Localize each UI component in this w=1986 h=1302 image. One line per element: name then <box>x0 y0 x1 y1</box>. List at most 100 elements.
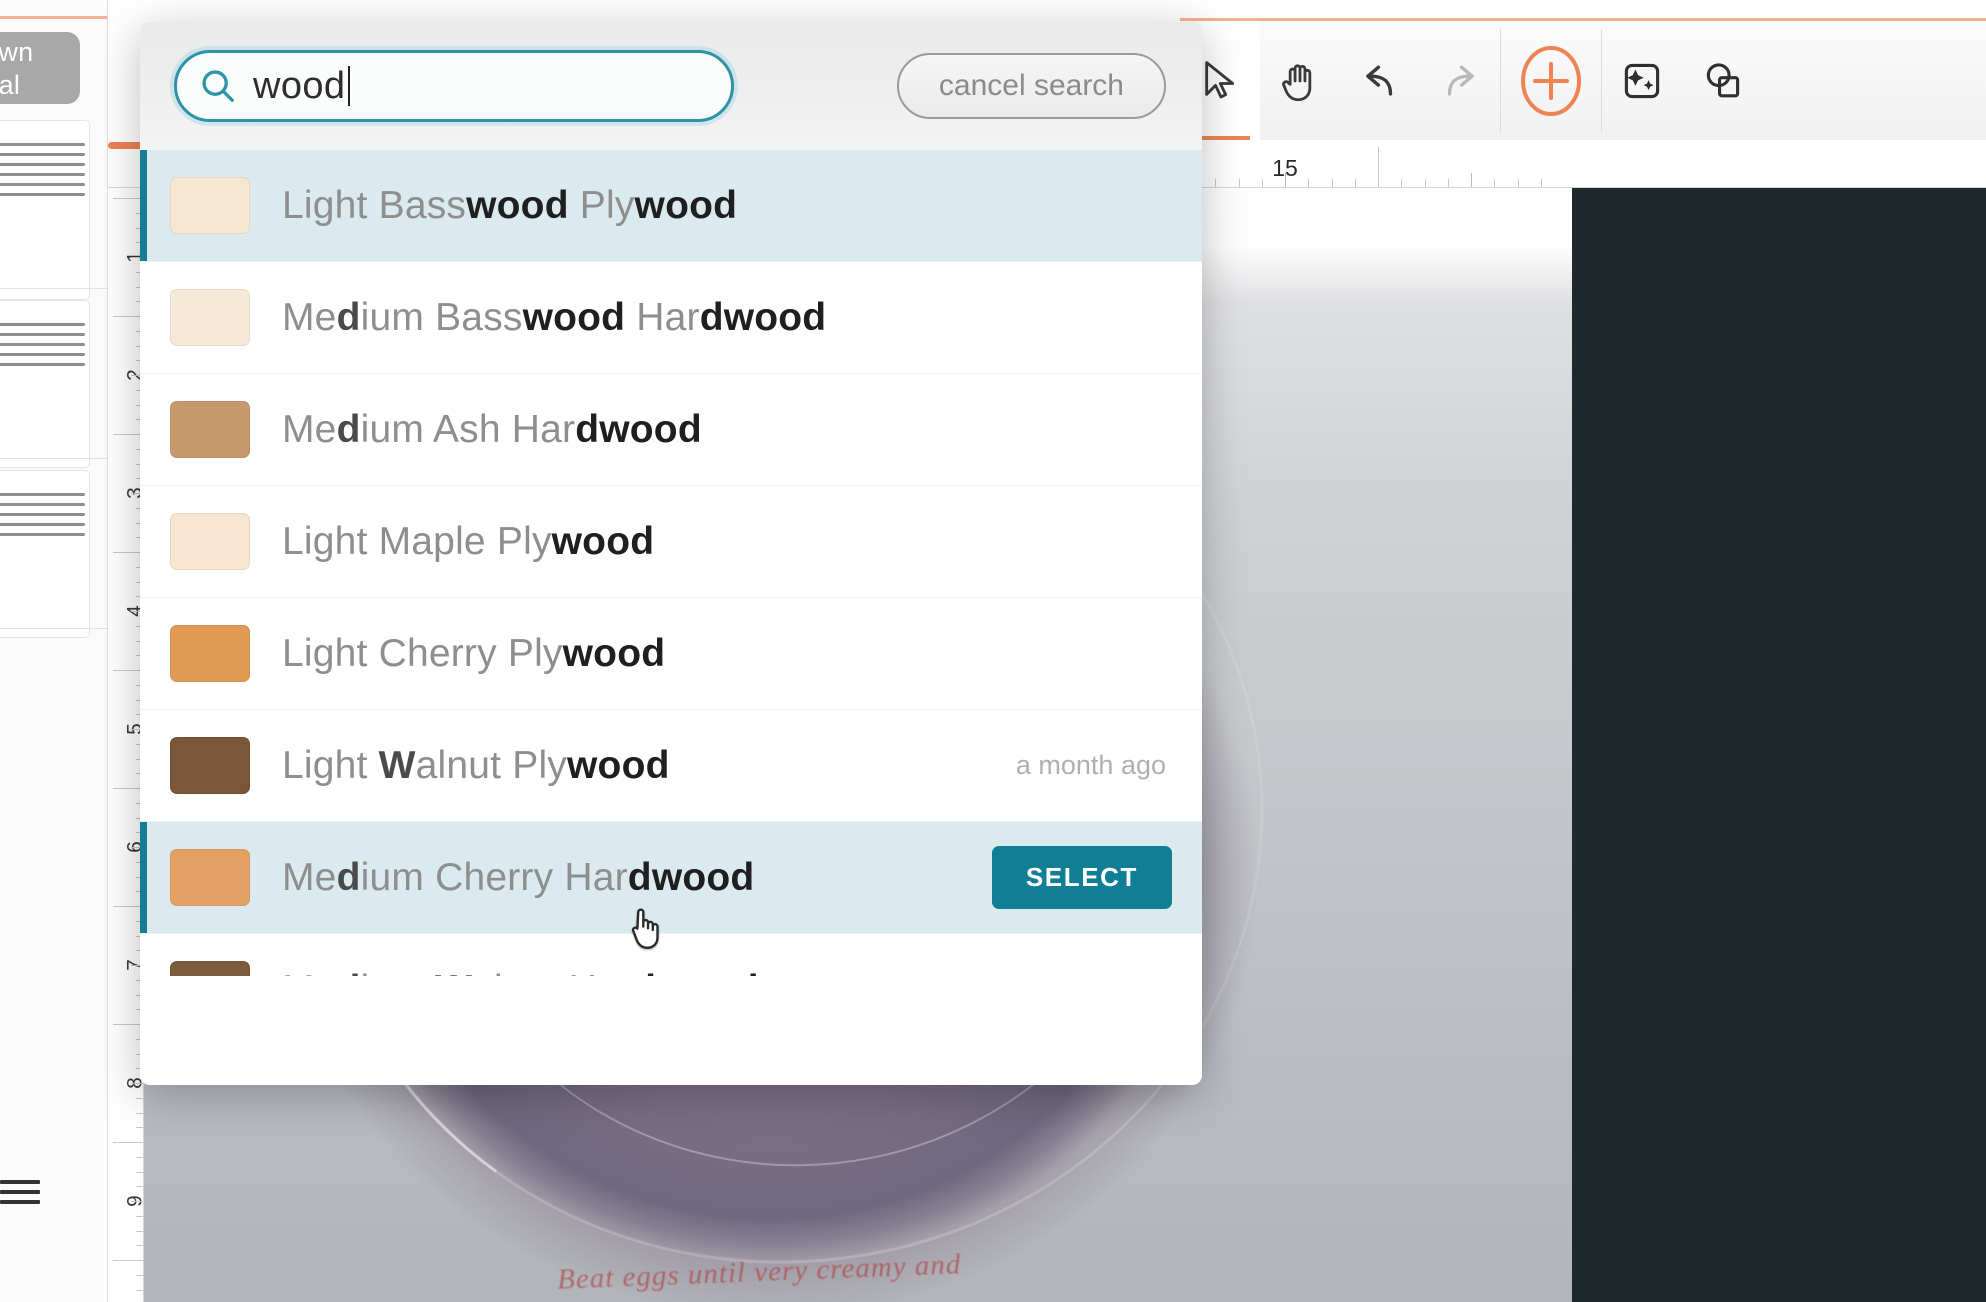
material-card-2[interactable] <box>0 300 90 468</box>
ruler-tick-minor <box>1401 179 1403 187</box>
pan-tool-button[interactable] <box>1260 21 1340 140</box>
ruler-tick-major <box>1378 147 1379 187</box>
ruler-tick-major <box>113 670 143 671</box>
search-input[interactable]: wood <box>174 50 734 122</box>
ruler-tick-minor <box>1447 179 1449 187</box>
material-swatch <box>170 961 250 977</box>
undo-button[interactable] <box>1340 21 1420 140</box>
toolbar-group-add <box>1501 21 1601 140</box>
ruler-tick-minor <box>1517 179 1519 187</box>
search-input-value[interactable]: wood <box>253 65 345 108</box>
ruler-tick-major <box>113 434 143 435</box>
magic-image-icon <box>1619 58 1665 104</box>
result-row[interactable]: Light Maple Plywood <box>140 486 1202 598</box>
material-swatch <box>170 177 250 234</box>
ruler-tick-minor <box>136 1274 143 1276</box>
ruler-tick-minor <box>136 1097 143 1099</box>
material-swatch <box>170 401 250 458</box>
shapes-icon <box>1699 58 1745 104</box>
app-root: Beat eggs until very creamy and and beat… <box>0 0 1986 1302</box>
unknown-material-chip[interactable]: nownerial <box>0 32 80 104</box>
ruler-tick-minor <box>1331 179 1333 187</box>
magic-image-button[interactable] <box>1602 21 1682 140</box>
material-name-label: Light Maple Plywood <box>282 519 655 563</box>
material-swatch <box>170 625 250 682</box>
result-row[interactable]: Light Basswood Plywood <box>140 150 1202 262</box>
ruler-tick-minor <box>136 1171 143 1173</box>
shapes-button[interactable] <box>1682 21 1762 140</box>
ruler-vertical[interactable]: 123456789 <box>108 188 144 1302</box>
material-swatch <box>170 513 250 570</box>
ruler-tick-major <box>113 552 143 553</box>
ruler-tick-minor <box>1494 179 1496 187</box>
ruler-tick-minor <box>1540 179 1542 187</box>
material-name-label: Light Basswood Plywood <box>282 183 738 227</box>
recipe-text-line-1: Beat eggs until very creamy and <box>556 1248 962 1296</box>
cursor-arrow-icon <box>1200 59 1240 103</box>
results-footer <box>140 976 1202 1085</box>
result-row[interactable]: Light Cherry Plywood <box>140 598 1202 710</box>
select-material-button[interactable]: SELECT <box>991 846 1172 909</box>
ruler-tick-minor <box>136 1186 143 1188</box>
plus-circle-icon <box>1519 44 1583 118</box>
ruler-tick-major <box>113 906 143 907</box>
ruler-tick-minor <box>1308 179 1310 187</box>
canvas-dark-region <box>1572 180 1986 1302</box>
ruler-tick-minor <box>136 1112 143 1114</box>
ruler-tick-minor <box>136 1289 143 1291</box>
ruler-tick-minor <box>1285 173 1286 187</box>
result-row[interactable]: Light Walnut Plywood a month ago <box>140 710 1202 822</box>
ruler-tick-major <box>113 198 143 199</box>
result-row[interactable]: Medium Basswood Hardwood <box>140 262 1202 374</box>
panel-divider-1 <box>0 288 107 289</box>
material-card-1[interactable] <box>0 120 90 300</box>
ruler-tick-major <box>113 1260 143 1261</box>
ruler-tick-minor <box>136 1156 143 1158</box>
panel-accent-line <box>0 16 107 19</box>
ruler-tick-minor <box>136 1230 143 1232</box>
panel-thumbnail-bottom <box>0 1180 40 1210</box>
redo-icon <box>1437 60 1483 102</box>
material-name-label: Medium Ash Hardwood <box>282 407 702 451</box>
material-card-3[interactable] <box>0 470 90 638</box>
ruler-tick-minor <box>131 1201 143 1202</box>
cancel-search-button[interactable]: cancel search <box>896 53 1166 119</box>
material-swatch <box>170 849 250 906</box>
material-swatch <box>170 289 250 346</box>
add-button[interactable] <box>1501 21 1601 140</box>
material-name-label: Light Walnut Plywood <box>282 743 670 787</box>
text-caret <box>348 66 351 106</box>
toolbar-group-extras <box>1602 21 1762 140</box>
thumbnail-lines-1 <box>0 143 85 203</box>
search-results-list[interactable]: Light Basswood Plywood Medium Basswood Ha… <box>140 150 1202 977</box>
material-name-label: Medium Cherry Hardwood <box>282 855 755 899</box>
magnifier-icon <box>199 67 237 105</box>
hand-icon <box>1278 58 1322 104</box>
material-search-panel: wood cancel search Light Basswood Plywoo… <box>140 22 1202 1085</box>
panel-divider-2 <box>0 458 107 459</box>
ruler-tick-major <box>113 1142 143 1143</box>
search-panel-header: wood cancel search <box>140 22 1202 150</box>
redo-button[interactable] <box>1420 21 1500 140</box>
ruler-tick-minor <box>1354 179 1356 187</box>
result-row[interactable]: Medium Ash Hardwood <box>140 374 1202 486</box>
material-name-label: Medium Basswood Hardwood <box>282 295 827 339</box>
last-used-timestamp: a month ago <box>1015 750 1166 780</box>
panel-divider-3 <box>0 628 107 629</box>
ruler-tick-minor <box>131 1083 143 1084</box>
result-row[interactable]: Medium Cherry Hardwood SELECT <box>140 822 1202 934</box>
result-row[interactable]: Medium Walnut Hardwood <box>140 934 1202 977</box>
thumbnail-lines-3 <box>0 493 85 543</box>
ruler-tick-minor <box>136 1127 143 1129</box>
ruler-tick-minor <box>1238 179 1240 187</box>
ruler-tick-minor <box>136 1215 143 1217</box>
ruler-tick-minor <box>1424 179 1426 187</box>
left-side-panel[interactable]: nownerial ettings gnore gnore <box>0 0 108 1302</box>
thumbnail-lines-2 <box>0 323 85 373</box>
unknown-material-label: nownerial <box>0 37 34 100</box>
ruler-tick-minor <box>136 1245 143 1247</box>
ruler-tick-major <box>113 788 143 789</box>
ruler-tick-minor <box>1261 179 1263 187</box>
top-toolbar <box>1180 18 1986 140</box>
ruler-tick-minor <box>1471 173 1472 187</box>
